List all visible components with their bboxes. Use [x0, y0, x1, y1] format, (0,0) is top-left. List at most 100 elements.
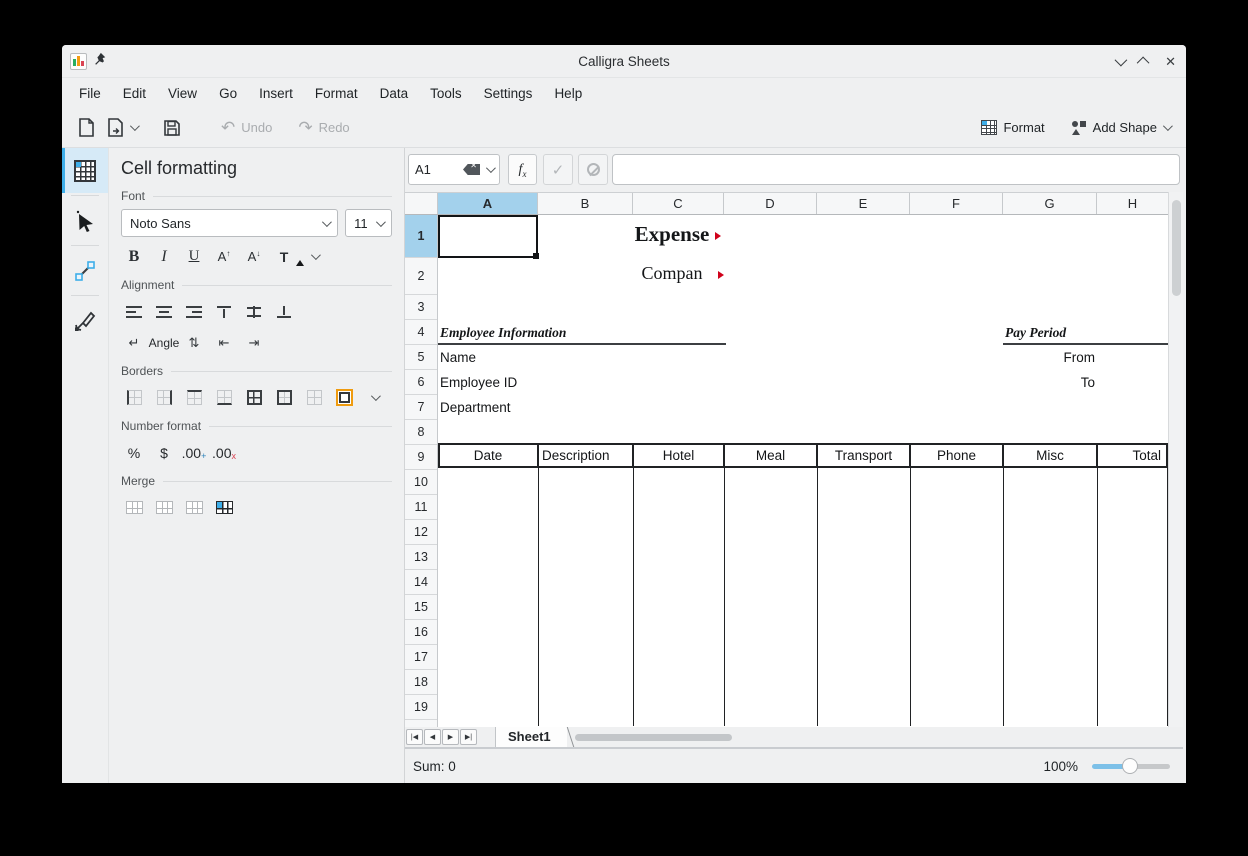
last-sheet-button[interactable]: ▶|: [460, 729, 477, 745]
menu-item[interactable]: Edit: [112, 82, 157, 105]
prev-sheet-button[interactable]: ◀: [424, 729, 441, 745]
tool-shape-select[interactable]: [62, 198, 108, 243]
next-sheet-button[interactable]: ▶: [442, 729, 459, 745]
row-header[interactable]: 7: [405, 395, 437, 420]
cell-grid[interactable]: 1234567891011121314151617181920 Expense …: [405, 215, 1168, 727]
align-left-button[interactable]: [121, 300, 147, 323]
row-header[interactable]: 9: [405, 445, 437, 470]
column-header[interactable]: C: [633, 193, 724, 214]
border-none-button[interactable]: [301, 386, 327, 409]
row-header[interactable]: 16: [405, 620, 437, 645]
border-all-button[interactable]: [241, 386, 267, 409]
row-header[interactable]: 1: [405, 215, 437, 258]
menu-item[interactable]: File: [68, 82, 112, 105]
cell-reference-box[interactable]: A1: [408, 154, 500, 185]
row-header[interactable]: 12: [405, 520, 437, 545]
row-header[interactable]: 8: [405, 420, 437, 445]
selection-handle[interactable]: [533, 253, 539, 259]
vertical-text-button[interactable]: ⇅: [181, 331, 207, 354]
row-header[interactable]: 3: [405, 295, 437, 320]
row-header[interactable]: 4: [405, 320, 437, 345]
column-header[interactable]: G: [1003, 193, 1097, 214]
column-header[interactable]: B: [538, 193, 633, 214]
align-bottom-button[interactable]: [271, 300, 297, 323]
vertical-scrollbar[interactable]: [1168, 192, 1183, 727]
menu-item[interactable]: Data: [369, 82, 420, 105]
apply-formula-button[interactable]: ✓: [543, 154, 573, 185]
minimize-icon[interactable]: [1115, 54, 1128, 67]
column-header[interactable]: H: [1097, 193, 1168, 214]
column-header[interactable]: F: [910, 193, 1003, 214]
zoom-slider-knob[interactable]: [1122, 758, 1138, 774]
format-button[interactable]: Format: [975, 116, 1050, 139]
zoom-slider[interactable]: [1092, 764, 1170, 769]
open-dropdown-chevron-icon[interactable]: [130, 121, 140, 131]
tool-calligraphy[interactable]: [62, 298, 108, 343]
merge-vertical-button[interactable]: [181, 496, 207, 519]
vertical-scrollbar-thumb[interactable]: [1172, 200, 1181, 296]
underline-button[interactable]: U: [181, 245, 207, 268]
bold-button[interactable]: B: [121, 245, 147, 268]
redo-button[interactable]: ↷ Redo: [292, 116, 355, 139]
cell-reference-chevron-icon[interactable]: [486, 163, 496, 173]
row-header[interactable]: 13: [405, 545, 437, 570]
menu-item[interactable]: Help: [543, 82, 593, 105]
decrease-indent-button[interactable]: ⇤: [211, 331, 237, 354]
formula-input[interactable]: [612, 154, 1180, 185]
open-document-button[interactable]: [101, 114, 143, 141]
border-right-button[interactable]: [151, 386, 177, 409]
row-header[interactable]: 2: [405, 258, 437, 295]
wrap-text-button[interactable]: ↵: [121, 331, 147, 354]
save-button[interactable]: [157, 115, 187, 141]
column-header[interactable]: A: [438, 193, 538, 214]
row-header[interactable]: 10: [405, 470, 437, 495]
tab-sheet1[interactable]: Sheet1: [495, 727, 567, 747]
tool-cell-tools[interactable]: [62, 148, 108, 193]
italic-button[interactable]: I: [151, 245, 177, 268]
row-header[interactable]: 19: [405, 695, 437, 720]
row-header[interactable]: 6: [405, 370, 437, 395]
titlebar[interactable]: Calligra Sheets ✕: [62, 45, 1186, 78]
menu-item[interactable]: Settings: [473, 82, 544, 105]
menu-item[interactable]: Tools: [419, 82, 473, 105]
menu-item[interactable]: Go: [208, 82, 248, 105]
select-all-corner[interactable]: [405, 193, 438, 214]
border-color-chevron-icon[interactable]: [361, 386, 387, 409]
row-header[interactable]: 18: [405, 670, 437, 695]
row-header[interactable]: 17: [405, 645, 437, 670]
font-color-button[interactable]: T: [271, 245, 297, 268]
merge-horizontal-button[interactable]: [151, 496, 177, 519]
menu-item[interactable]: Insert: [248, 82, 304, 105]
border-color-swatch[interactable]: [331, 386, 357, 409]
currency-format-button[interactable]: $: [151, 441, 177, 464]
row-header[interactable]: 15: [405, 595, 437, 620]
maximize-icon[interactable]: [1137, 57, 1150, 70]
menu-item[interactable]: View: [157, 82, 208, 105]
grow-font-button[interactable]: A↑: [211, 245, 237, 268]
shrink-font-button[interactable]: A↓: [241, 245, 267, 268]
merge-cells-button[interactable]: [121, 496, 147, 519]
close-icon[interactable]: ✕: [1165, 45, 1176, 78]
formula-fx-button[interactable]: fx: [508, 154, 537, 185]
row-header[interactable]: 20: [405, 720, 437, 727]
border-top-button[interactable]: [181, 386, 207, 409]
border-left-button[interactable]: [121, 386, 147, 409]
align-right-button[interactable]: [181, 300, 207, 323]
tool-connector[interactable]: [62, 248, 108, 293]
clear-reference-icon[interactable]: [463, 164, 480, 175]
add-shape-chevron-icon[interactable]: [1163, 121, 1173, 131]
column-header[interactable]: D: [724, 193, 817, 214]
percent-format-button[interactable]: %: [121, 441, 147, 464]
row-header[interactable]: 5: [405, 345, 437, 370]
font-color-chevron-icon[interactable]: [301, 245, 327, 268]
increase-precision-button[interactable]: .00+: [181, 441, 207, 464]
horizontal-scrollbar-thumb[interactable]: [575, 734, 732, 741]
cancel-formula-button[interactable]: [578, 154, 608, 185]
increase-indent-button[interactable]: ⇥: [241, 331, 267, 354]
row-header[interactable]: 11: [405, 495, 437, 520]
menu-item[interactable]: Format: [304, 82, 369, 105]
align-top-button[interactable]: [211, 300, 237, 323]
border-outside-button[interactable]: [271, 386, 297, 409]
column-header[interactable]: E: [817, 193, 910, 214]
row-header[interactable]: 14: [405, 570, 437, 595]
